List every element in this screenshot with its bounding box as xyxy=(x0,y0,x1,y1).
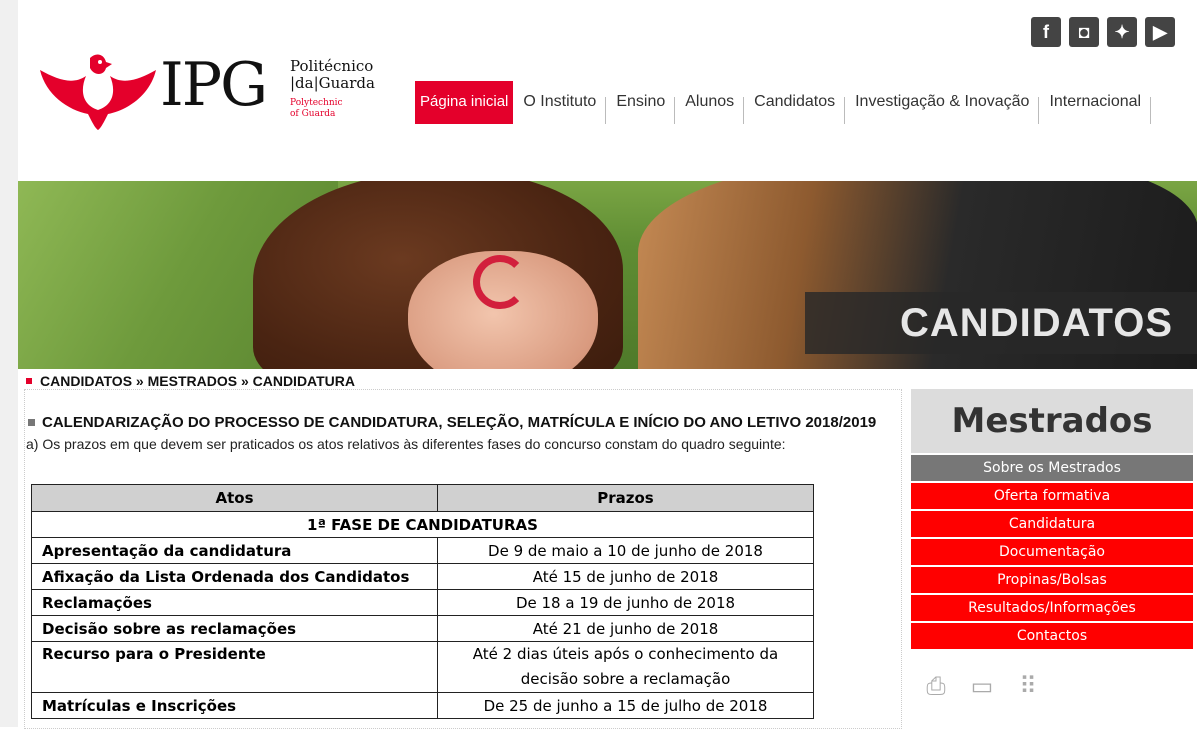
left-gutter xyxy=(0,0,18,727)
facebook-icon[interactable]: f xyxy=(1031,17,1061,47)
table-header-row: Atos Prazos xyxy=(31,484,814,512)
grid-icon[interactable]: ⠿ xyxy=(1014,672,1042,700)
sidebar-item-candidatura[interactable]: Candidatura xyxy=(911,511,1193,537)
nav-alunos[interactable]: Alunos xyxy=(675,81,745,124)
table-row: Decisão sobre as reclamações Até 21 de j… xyxy=(31,615,814,642)
calendar-table: Atos Prazos 1ª FASE DE CANDIDATURAS Apre… xyxy=(31,484,814,719)
heading-bullet-icon xyxy=(28,419,35,426)
table-cell-prazo: De 25 de junho a 15 de julho de 2018 xyxy=(437,692,814,719)
table-row: Matrículas e Inscrições De 25 de junho a… xyxy=(31,692,814,719)
main-nav: Página inicial O Instituto Ensino Alunos… xyxy=(415,81,1151,124)
logo-name-en: Polytechnic of Guarda xyxy=(290,98,343,120)
breadcrumb: CANDIDATOS » MESTRADOS » CANDIDATURA xyxy=(26,373,355,389)
hero-banner: CANDIDATOS xyxy=(18,181,1197,369)
table-cell-prazo: Até 15 de junho de 2018 xyxy=(437,563,814,590)
table-cell-ato: Apresentação da candidatura xyxy=(31,537,438,564)
nav-investigacao[interactable]: Investigação & Inovação xyxy=(845,81,1040,124)
table-row: Recurso para o Presidente Até 2 dias úte… xyxy=(31,641,814,693)
table-row: Afixação da Lista Ordenada dos Candidato… xyxy=(31,563,814,590)
logo-wordmark: IPG xyxy=(160,50,268,120)
ipg-logo[interactable]: IPG Politécnico |da|Guarda Polytechnic o… xyxy=(38,48,388,138)
archive-icon[interactable]: ▭ xyxy=(968,672,996,700)
nav-internacional[interactable]: Internacional xyxy=(1039,81,1151,124)
logo-en-line2: of Guarda xyxy=(290,109,336,119)
section-heading-text: CALENDARIZAÇÃO DO PROCESSO DE CANDIDATUR… xyxy=(42,414,877,431)
breadcrumb-bullet-icon xyxy=(26,378,32,384)
sidebar-item-oferta[interactable]: Oferta formativa xyxy=(911,483,1193,509)
table-cell-prazo: Até 21 de junho de 2018 xyxy=(437,615,814,642)
table-row: Apresentação da candidatura De 9 de maio… xyxy=(31,537,814,564)
print-icon[interactable]: ⎙ xyxy=(922,672,950,700)
breadcrumb-text[interactable]: CANDIDATOS » MESTRADOS » CANDIDATURA xyxy=(40,373,355,389)
twitter-icon[interactable]: ✦ xyxy=(1107,17,1137,47)
social-links: f ◘ ✦ ▶ xyxy=(1031,17,1175,47)
table-phase-row: 1ª FASE DE CANDIDATURAS xyxy=(31,511,814,538)
nav-ensino[interactable]: Ensino xyxy=(606,81,676,124)
table-cell-ato: Matrículas e Inscrições xyxy=(31,692,438,719)
table-cell-ato: Decisão sobre as reclamações xyxy=(31,615,438,642)
sidebar-item-sobre[interactable]: Sobre os Mestrados xyxy=(911,455,1193,481)
sidebar-title: Mestrados xyxy=(911,389,1193,453)
table-cell-ato: Reclamações xyxy=(31,589,438,616)
table-cell-ato: Afixação da Lista Ordenada dos Candidato… xyxy=(31,563,438,590)
banner-title: CANDIDATOS xyxy=(900,301,1173,345)
banner-face-paint xyxy=(473,255,527,309)
ipg-bird-icon xyxy=(40,54,156,130)
nav-o-instituto[interactable]: O Instituto xyxy=(513,81,607,124)
table-cell-prazo: De 9 de maio a 10 de junho de 2018 xyxy=(437,537,814,564)
nav-pagina-inicial[interactable]: Página inicial xyxy=(415,81,514,124)
table-header-atos: Atos xyxy=(31,484,438,512)
table-cell-prazo: De 18 a 19 de junho de 2018 xyxy=(437,589,814,616)
youtube-icon[interactable]: ▶ xyxy=(1145,17,1175,47)
intro-text: a) Os prazos em que devem ser praticados… xyxy=(26,436,786,452)
logo-name-pt: Politécnico |da|Guarda xyxy=(290,58,375,92)
table-cell-prazo: Até 2 dias úteis após o conhecimento da … xyxy=(437,641,814,693)
instagram-icon[interactable]: ◘ xyxy=(1069,17,1099,47)
sidebar-item-propinas[interactable]: Propinas/Bolsas xyxy=(911,567,1193,593)
logo-pt-line1: Politécnico xyxy=(290,57,374,75)
table-cell-ato: Recurso para o Presidente xyxy=(31,641,438,693)
sidebar-item-documentacao[interactable]: Documentação xyxy=(911,539,1193,565)
table-row: Reclamações De 18 a 19 de junho de 2018 xyxy=(31,589,814,616)
sidebar-item-resultados[interactable]: Resultados/Informações xyxy=(911,595,1193,621)
logo-pt-line2: |da|Guarda xyxy=(290,74,375,92)
nav-candidatos[interactable]: Candidatos xyxy=(744,81,846,124)
sidebar-item-contactos[interactable]: Contactos xyxy=(911,623,1193,649)
logo-en-line1: Polytechnic xyxy=(290,98,343,108)
table-header-prazos: Prazos xyxy=(437,484,814,512)
sidebar: Mestrados Sobre os Mestrados Oferta form… xyxy=(911,389,1193,649)
page-tools: ⎙ ▭ ⠿ xyxy=(922,672,1042,700)
table-phase: 1ª FASE DE CANDIDATURAS xyxy=(31,511,814,538)
section-heading: CALENDARIZAÇÃO DO PROCESSO DE CANDIDATUR… xyxy=(28,414,876,431)
